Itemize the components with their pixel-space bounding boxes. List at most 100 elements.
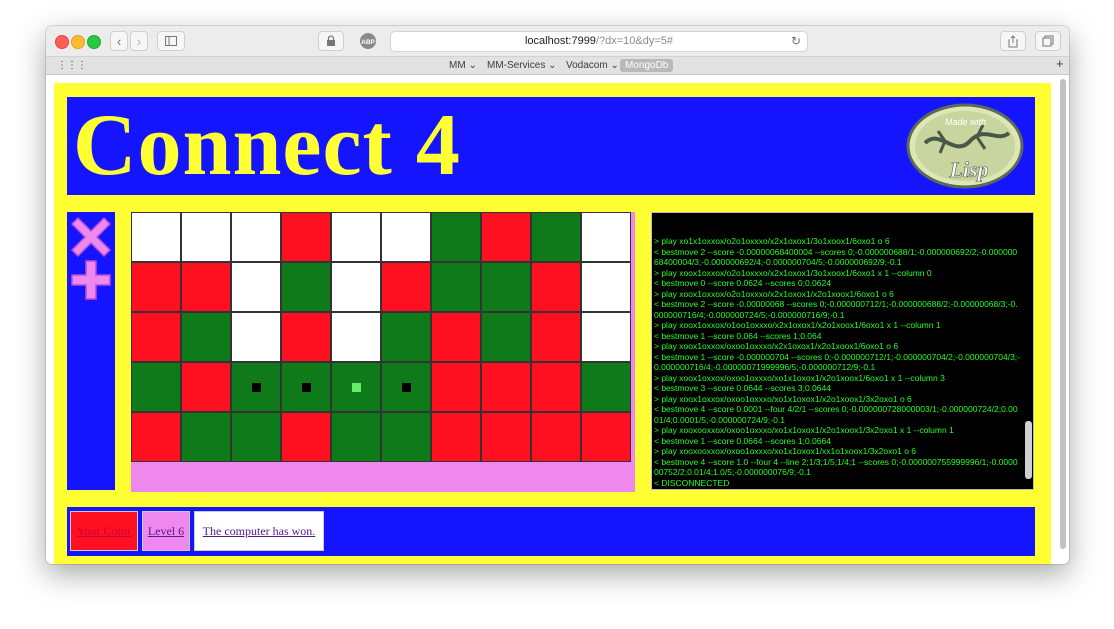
- board-cell[interactable]: [281, 262, 331, 312]
- privacy-extension-button[interactable]: [318, 31, 344, 51]
- browser-window: ‹ › ABP localhost:7999/?dx=10&dy=5# ↻ ⋮⋮…: [46, 26, 1069, 564]
- board-cell[interactable]: [381, 212, 431, 262]
- win-marker: [302, 383, 311, 392]
- chevron-left-icon: ‹: [116, 34, 122, 49]
- chevron-right-icon: ›: [136, 34, 142, 49]
- board-cell[interactable]: [581, 212, 631, 262]
- header-banner: Connect 4 Made with Lisp: [67, 97, 1035, 195]
- board-cell[interactable]: [531, 312, 581, 362]
- board-cell[interactable]: [531, 212, 581, 262]
- board-cell[interactable]: [331, 362, 381, 412]
- plus-icon[interactable]: [70, 259, 112, 301]
- board-cell[interactable]: [131, 362, 181, 412]
- console-output: > play xo1x1oxxox/o2o1oxxxo/x2x1oxox1/3o…: [654, 236, 1020, 488]
- board-cell[interactable]: [431, 362, 481, 412]
- title-bar: ‹ › ABP localhost:7999/?dx=10&dy=5# ↻: [46, 26, 1069, 57]
- board-cell[interactable]: [381, 362, 431, 412]
- board-cell[interactable]: [131, 312, 181, 362]
- board-cell[interactable]: [331, 412, 381, 462]
- board-cell[interactable]: [431, 262, 481, 312]
- bookmark-mm[interactable]: MM ⌄: [449, 59, 477, 72]
- tabs-icon: [1042, 35, 1054, 47]
- board-cell[interactable]: [281, 412, 331, 462]
- board-cell[interactable]: [481, 412, 531, 462]
- board-cell[interactable]: [231, 412, 281, 462]
- board-cell[interactable]: [481, 312, 531, 362]
- board-cell[interactable]: [581, 412, 631, 462]
- board-cell[interactable]: [481, 362, 531, 412]
- lisp-logo: Made with Lisp: [905, 103, 1025, 189]
- board-cell[interactable]: [181, 212, 231, 262]
- game-board: [131, 212, 635, 492]
- board-grid: [131, 212, 631, 462]
- tabs-overview-button[interactable]: [1035, 31, 1061, 51]
- win-marker: [252, 383, 261, 392]
- board-cell[interactable]: [431, 412, 481, 462]
- board-cell[interactable]: [381, 262, 431, 312]
- grid-icon[interactable]: ⋮⋮⋮: [57, 59, 87, 72]
- bookmark-mongodb[interactable]: MongoDb: [620, 59, 674, 72]
- page-scrollbar[interactable]: [1059, 77, 1067, 562]
- board-cell[interactable]: [581, 362, 631, 412]
- board-cell[interactable]: [231, 262, 281, 312]
- board-cell[interactable]: [581, 262, 631, 312]
- your-color-button[interactable]: Your Color: [70, 511, 138, 551]
- board-cell[interactable]: [381, 312, 431, 362]
- board-cell[interactable]: [381, 412, 431, 462]
- board-cell[interactable]: [131, 262, 181, 312]
- board-cell[interactable]: [331, 312, 381, 362]
- console-scrollbar[interactable]: [1025, 421, 1032, 479]
- sidebar-icon: [165, 36, 177, 46]
- reload-icon[interactable]: ↻: [791, 32, 801, 51]
- footer-bar: Your Color Level 6 The computer has won.: [67, 507, 1035, 556]
- win-marker: [352, 383, 361, 392]
- board-cell[interactable]: [281, 212, 331, 262]
- page-title: Connect 4: [73, 97, 461, 194]
- new-tab-icon[interactable]: +: [1056, 57, 1064, 70]
- board-cell[interactable]: [231, 312, 281, 362]
- logo-made-with: Made with: [945, 117, 986, 127]
- board-cell[interactable]: [531, 412, 581, 462]
- back-button[interactable]: ‹: [110, 31, 128, 51]
- board-cell[interactable]: [181, 362, 231, 412]
- board-cell[interactable]: [331, 262, 381, 312]
- lock-icon: [327, 35, 335, 46]
- log-console[interactable]: > play xo1x1oxxox/o2o1oxxxo/x2x1oxox1/3o…: [651, 212, 1034, 490]
- game-status[interactable]: The computer has won.: [194, 511, 324, 551]
- board-cell[interactable]: [281, 362, 331, 412]
- game-page: Connect 4 Made with Lisp > play xo1x1oxx…: [54, 83, 1051, 564]
- board-cell[interactable]: [181, 312, 231, 362]
- board-cell[interactable]: [181, 412, 231, 462]
- bookmark-mm-services[interactable]: MM-Services ⌄: [487, 59, 557, 72]
- tools-sidebar: [67, 212, 115, 490]
- bookmark-vodacom[interactable]: Vodacom ⌄: [566, 59, 619, 72]
- abp-icon: ABP: [360, 33, 376, 49]
- board-cell[interactable]: [531, 262, 581, 312]
- zoom-window-button[interactable]: [87, 35, 101, 49]
- adblock-extension-button[interactable]: ABP: [355, 31, 381, 51]
- board-cell[interactable]: [431, 312, 481, 362]
- close-icon[interactable]: [70, 216, 112, 258]
- board-cell[interactable]: [331, 212, 381, 262]
- board-cell[interactable]: [131, 412, 181, 462]
- board-cell[interactable]: [531, 362, 581, 412]
- address-bar[interactable]: localhost:7999/?dx=10&dy=5# ↻: [390, 31, 808, 52]
- board-cell[interactable]: [481, 262, 531, 312]
- level-button[interactable]: Level 6: [142, 511, 190, 551]
- board-cell[interactable]: [181, 262, 231, 312]
- board-cell[interactable]: [281, 312, 331, 362]
- board-cell[interactable]: [231, 212, 281, 262]
- close-window-button[interactable]: [55, 35, 69, 49]
- board-cell[interactable]: [581, 312, 631, 362]
- board-cell[interactable]: [481, 212, 531, 262]
- win-marker: [402, 383, 411, 392]
- minimize-window-button[interactable]: [71, 35, 85, 49]
- sidebar-toggle-button[interactable]: [157, 31, 185, 51]
- share-button[interactable]: [1000, 31, 1026, 51]
- forward-button[interactable]: ›: [130, 31, 148, 51]
- board-cell[interactable]: [131, 212, 181, 262]
- board-cell[interactable]: [431, 212, 481, 262]
- page-scroll-thumb[interactable]: [1060, 79, 1066, 549]
- board-cell[interactable]: [231, 362, 281, 412]
- share-icon: [1008, 35, 1018, 48]
